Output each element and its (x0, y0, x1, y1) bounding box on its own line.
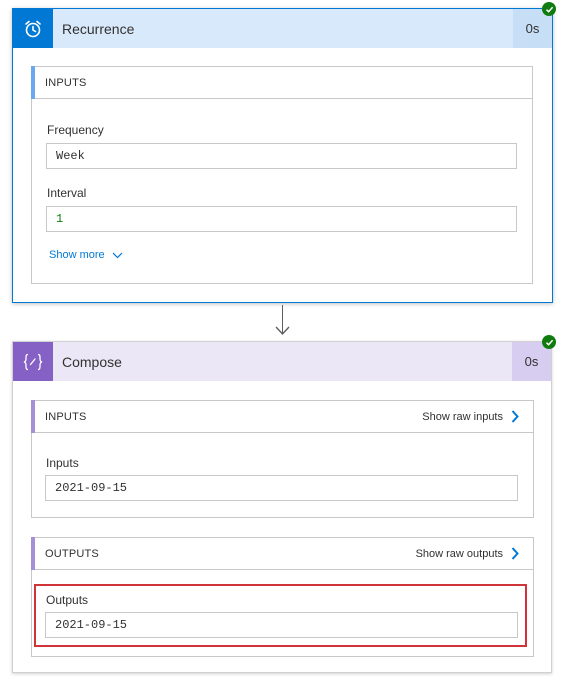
show-raw-outputs-label: Show raw outputs (415, 547, 503, 560)
frequency-field[interactable]: Week (46, 143, 517, 169)
inputs-field-value: 2021-09-15 (55, 481, 128, 495)
recurrence-inputs-section: INPUTS Frequency Week Interval 1 Show mo… (31, 66, 533, 284)
frequency-label: Frequency (47, 123, 104, 137)
recurrence-inputs-header: INPUTS (31, 66, 532, 99)
show-raw-inputs-label: Show raw inputs (422, 410, 503, 423)
interval-value: 1 (56, 212, 64, 226)
show-raw-inputs-link[interactable]: Show raw inputs (422, 410, 519, 423)
chevron-down-icon (112, 252, 123, 258)
recurrence-success-check-icon (542, 2, 556, 16)
show-more-button[interactable]: Show more (49, 249, 123, 261)
frequency-value: Week (56, 149, 85, 163)
show-raw-outputs-link[interactable]: Show raw outputs (416, 547, 519, 560)
section-accent-bar (31, 66, 35, 99)
interval-field[interactable]: 1 (46, 206, 517, 232)
inputs-field-label: Inputs (46, 456, 79, 470)
section-accent-bar (31, 400, 35, 433)
compose-outputs-header: OUTPUTS Show raw outputs (31, 537, 533, 570)
chevron-right-icon (511, 547, 519, 560)
compose-outputs-label: OUTPUTS (45, 547, 99, 560)
curly-braces-icon (13, 342, 53, 381)
compose-success-check-icon (542, 335, 556, 349)
outputs-highlight-box (34, 584, 527, 647)
inputs-field[interactable]: 2021-09-15 (45, 475, 518, 501)
recurrence-card-header[interactable]: Recurrence 0s (13, 9, 552, 48)
arrow-down-icon (275, 326, 290, 336)
interval-label: Interval (47, 186, 87, 200)
compose-inputs-section: INPUTS Show raw inputs Inputs 2021-09-15 (31, 400, 534, 518)
compose-inputs-header: INPUTS Show raw inputs (31, 400, 533, 433)
recurrence-inputs-label: INPUTS (45, 76, 87, 89)
recurrence-card[interactable]: Recurrence 0s INPUTS Frequency Week Inte… (12, 8, 553, 303)
compose-card-header[interactable]: Compose 0s (13, 342, 551, 381)
compose-title: Compose (62, 353, 122, 370)
chevron-right-icon (511, 410, 519, 423)
section-accent-bar (31, 537, 35, 570)
recurrence-title: Recurrence (62, 20, 135, 37)
show-more-label: Show more (49, 249, 105, 261)
alarm-clock-icon (13, 9, 53, 48)
compose-inputs-label: INPUTS (45, 410, 87, 423)
